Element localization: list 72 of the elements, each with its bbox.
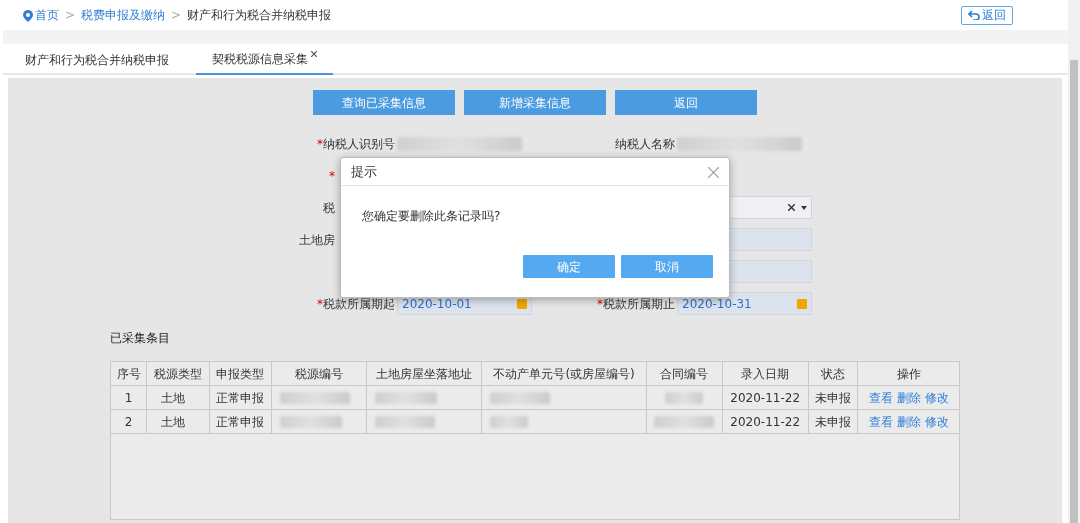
field-label: 税款所属期起 [323, 296, 395, 311]
table-cell: 土地 [146, 409, 210, 434]
tab[interactable]: 契税税源信息采集 [196, 44, 333, 75]
return-arrow-icon [968, 10, 980, 20]
table-link[interactable]: 修改 [924, 414, 949, 429]
location-pin-icon [23, 9, 33, 22]
breadcrumb-link[interactable]: 首页 [35, 6, 59, 24]
dialog-message: 您确定要删除此条记录吗? [361, 208, 502, 225]
scrollbar-thumb[interactable] [1070, 60, 1078, 523]
redacted-text [375, 415, 436, 428]
table-cell: 2020-11-22 [722, 385, 809, 410]
column-header: 录入日期 [722, 361, 809, 386]
field-label: 税 [323, 200, 335, 215]
close-icon[interactable] [311, 50, 317, 57]
redacted-text [654, 415, 715, 428]
column-header: 不动产单元号(或房屋编号) [481, 361, 647, 386]
date-field[interactable]: 2020-10-31 [677, 292, 812, 315]
action-button[interactable]: 查询已采集信息 [312, 90, 455, 115]
section-title: 已采集条目 [110, 330, 171, 347]
action-button[interactable]: 返回 [614, 90, 757, 115]
table-cell: 正常申报 [209, 385, 272, 410]
breadcrumb-current: 财产和行为税合并纳税申报 [187, 7, 332, 24]
breadcrumb-separator: > [171, 7, 182, 24]
table-link[interactable]: 查看 [868, 414, 893, 429]
field-label: 纳税人识别号 [323, 136, 395, 151]
redacted-text [280, 391, 350, 404]
calendar-icon[interactable] [517, 298, 527, 309]
column-header: 土地房屋坐落地址 [366, 361, 482, 386]
table-link[interactable]: 删除 [896, 414, 921, 429]
table-cell: 正常申报 [209, 409, 272, 434]
clear-icon[interactable] [788, 204, 795, 211]
required-mark: * [597, 296, 603, 311]
caret-icon[interactable] [801, 205, 807, 210]
column-header: 申报类型 [209, 361, 272, 386]
table-cell: 2020-11-22 [722, 409, 809, 434]
table-cell: 未申报 [808, 409, 858, 434]
calendar-icon[interactable] [797, 298, 807, 309]
table-cell: 1 [110, 385, 147, 410]
breadcrumb-link[interactable]: 税费申报及缴纳 [81, 6, 166, 24]
required-mark: * [317, 136, 323, 151]
redacted-text [490, 391, 551, 404]
required-mark: * [317, 296, 323, 311]
redacted-text [665, 391, 704, 404]
field-label: 土地房 [299, 232, 335, 247]
column-header: 税源类型 [146, 361, 210, 386]
action-button[interactable]: 新增采集信息 [463, 90, 606, 115]
column-header: 合同编号 [646, 361, 723, 386]
table-link[interactable]: 查看 [868, 390, 893, 405]
redacted-text [375, 391, 438, 404]
back-button[interactable]: 返回 [961, 5, 1013, 25]
column-header: 操作 [857, 361, 960, 386]
required-mark: * [329, 168, 335, 183]
table-link[interactable]: 修改 [924, 390, 949, 405]
tab[interactable]: 财产和行为税合并纳税申报 [3, 44, 191, 75]
table-cell: 未申报 [808, 385, 858, 410]
table-cell: 土地 [146, 385, 210, 410]
redacted-text [280, 415, 342, 428]
date-value: 2020-10-01 [402, 295, 472, 313]
table-cell: 2 [110, 409, 147, 434]
dialog-title: 提示 [351, 162, 377, 181]
dialog-button[interactable]: 取消 [621, 255, 713, 278]
date-value: 2020-10-31 [682, 295, 752, 313]
column-header: 状态 [808, 361, 858, 386]
scrollbar[interactable] [1068, 0, 1080, 523]
breadcrumb-separator: > [65, 7, 76, 24]
dialog-button[interactable]: 确定 [523, 255, 615, 278]
redacted-text [490, 415, 529, 428]
field-label: 纳税人名称 [615, 136, 675, 151]
field-label: 税款所属期止 [603, 296, 675, 311]
table-link[interactable]: 删除 [896, 390, 921, 405]
column-header: 税源编号 [271, 361, 367, 386]
column-header: 序号 [110, 361, 147, 386]
